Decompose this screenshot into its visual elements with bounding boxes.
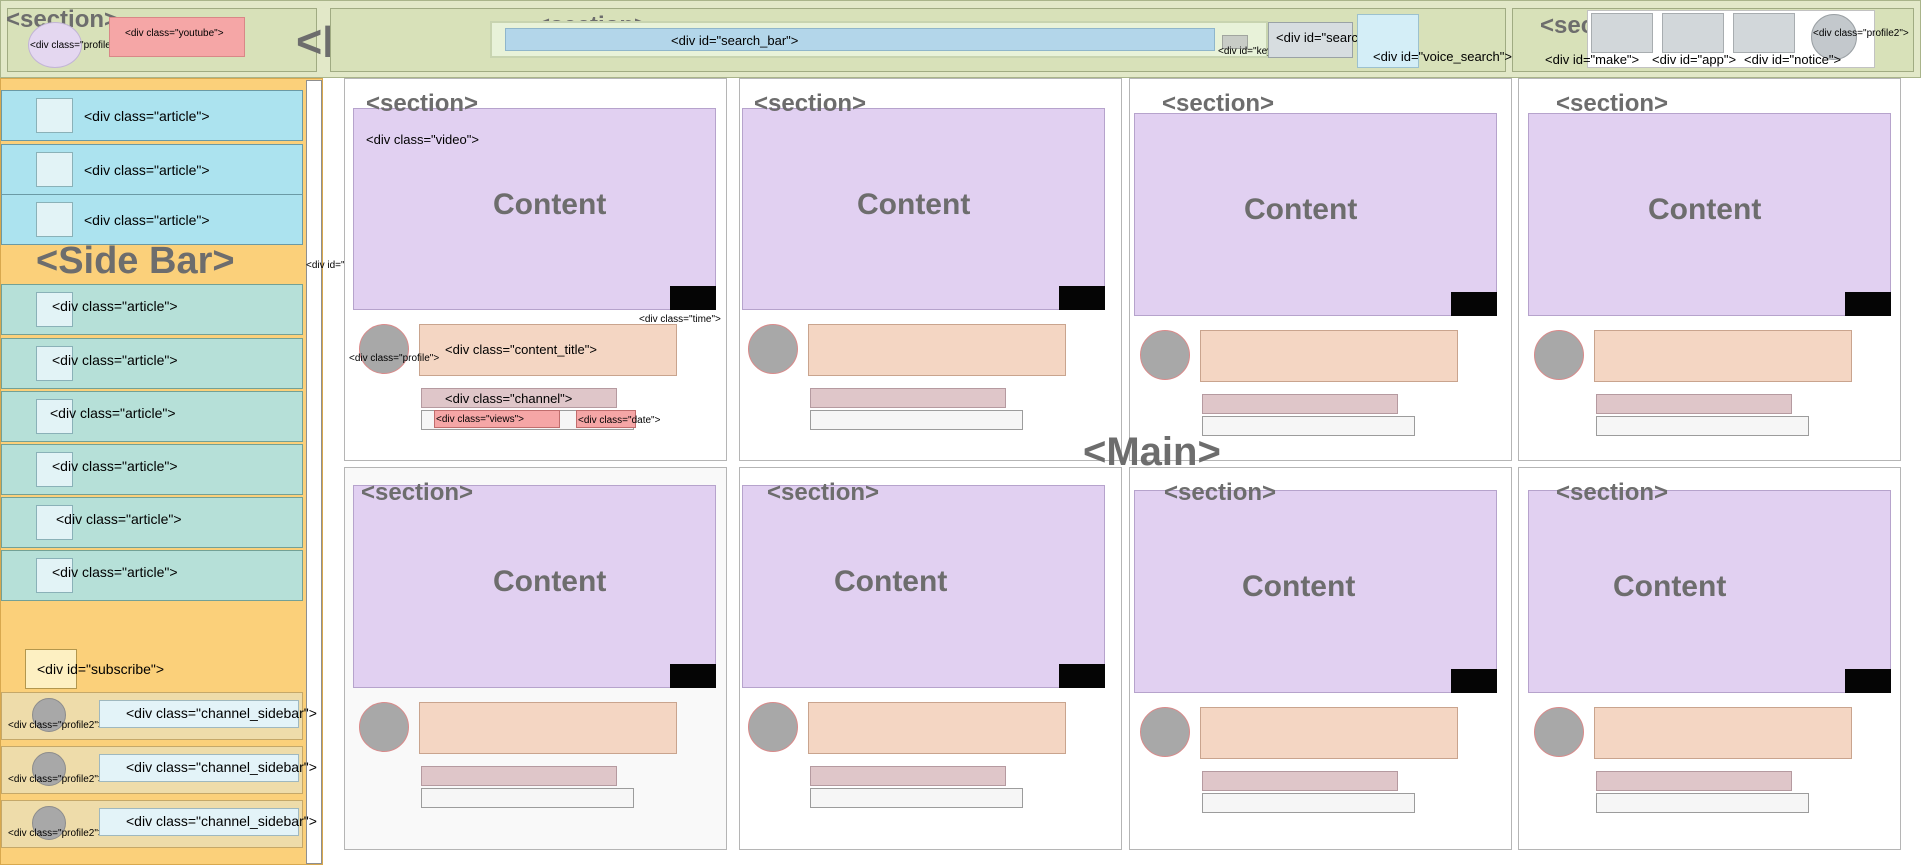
section-label: <section> [754, 90, 867, 117]
content-title[interactable] [808, 702, 1066, 754]
content-label: Content [834, 565, 948, 598]
views-label: <div class="views"> [436, 414, 524, 425]
channel-sidebar-label: <div class="channel_sidebar"> [126, 759, 317, 775]
time-badge [670, 286, 716, 310]
make-icon[interactable] [1591, 13, 1653, 53]
article-label: <div class="article"> [56, 511, 182, 527]
app-icon[interactable] [1662, 13, 1724, 53]
article-label: <div class="article"> [84, 212, 210, 228]
main-title: <Main> [1083, 430, 1221, 474]
channel-name[interactable] [1596, 394, 1792, 414]
notice-label: <div id="notice"> [1744, 52, 1842, 67]
meta-row [1596, 416, 1809, 436]
content-label: Content [1242, 570, 1356, 603]
meta-row [1202, 416, 1415, 436]
notice-icon[interactable] [1733, 13, 1795, 53]
time-label: <div class="time"> [639, 314, 721, 325]
section-label: <section> [1556, 90, 1669, 117]
time-badge [1059, 286, 1105, 310]
avatar[interactable] [1140, 330, 1190, 380]
time-badge [1451, 669, 1497, 693]
profile2-label: <div class="profile2"> [1813, 28, 1909, 39]
article-icon [36, 98, 73, 133]
meta-row [810, 788, 1023, 808]
avatar[interactable] [748, 324, 798, 374]
avatar[interactable] [1140, 707, 1190, 757]
article-label: <div class="article"> [52, 458, 178, 474]
time-badge [1845, 669, 1891, 693]
make-label: <div id="make"> [1545, 52, 1640, 67]
profile-label: <div class="profile"> [30, 40, 121, 51]
avatar[interactable] [1534, 330, 1584, 380]
channel-name[interactable] [1202, 771, 1398, 791]
channel-label: <div class="channel"> [445, 391, 573, 406]
avatar[interactable] [1534, 707, 1584, 757]
content-label: Content [1613, 570, 1727, 603]
profile-label: <div class="profile"> [349, 353, 440, 364]
channel-name[interactable] [810, 766, 1006, 786]
avatar[interactable] [748, 702, 798, 752]
scrollbar[interactable] [306, 80, 322, 864]
profile2-label: <div class="profile2"> [8, 774, 104, 785]
channel-sidebar-label: <div class="channel_sidebar"> [126, 705, 317, 721]
article-label: <div class="article"> [50, 405, 176, 421]
article-label: <div class="article"> [52, 352, 178, 368]
content-label: Content [1244, 193, 1358, 226]
content-label: Content [493, 565, 607, 598]
section-label: <section> [1164, 479, 1277, 506]
time-badge [1845, 292, 1891, 316]
content-title-label: <div class="content_title"> [445, 342, 597, 357]
channel-sidebar-label: <div class="channel_sidebar"> [126, 813, 317, 829]
section-label: <section> [361, 479, 474, 506]
content-title[interactable] [1594, 707, 1852, 759]
voice-search-label: <div id="voice_search"> [1373, 49, 1512, 64]
app-label: <div id="app"> [1652, 52, 1737, 67]
content-label: Content [1648, 193, 1762, 226]
sidebar-title: <Side Bar> [36, 240, 235, 282]
section-label: <section> [767, 479, 880, 506]
content-title[interactable] [1200, 330, 1458, 382]
search-input[interactable] [505, 28, 1215, 51]
article-icon [36, 152, 73, 187]
time-badge [1059, 664, 1105, 688]
video-label: <div class="video"> [366, 132, 479, 147]
article-label: <div class="article"> [52, 298, 178, 314]
content-title[interactable] [1594, 330, 1852, 382]
article-label: <div class="article"> [84, 108, 210, 124]
time-badge [1451, 292, 1497, 316]
content-title[interactable] [1200, 707, 1458, 759]
avatar[interactable] [359, 702, 409, 752]
section-label: <section> [1556, 479, 1669, 506]
article-label: <div class="article"> [52, 564, 178, 580]
content-title[interactable] [419, 702, 677, 754]
search-bar-label: <div id="search_bar"> [671, 33, 799, 48]
article-icon [36, 202, 73, 237]
content-title[interactable] [808, 324, 1066, 376]
meta-row [1202, 793, 1415, 813]
content-label: Content [857, 188, 971, 221]
channel-name[interactable] [810, 388, 1006, 408]
channel-name[interactable] [1596, 771, 1792, 791]
content-label: Content [493, 188, 607, 221]
meta-row [421, 788, 634, 808]
section-label: <section> [1162, 90, 1275, 117]
time-badge [670, 664, 716, 688]
profile2-label: <div class="profile2"> [8, 720, 104, 731]
profile2-label: <div class="profile2"> [8, 828, 104, 839]
article-label: <div class="article"> [84, 162, 210, 178]
date-label: <div class="date"> [578, 415, 661, 426]
meta-row [810, 410, 1023, 430]
channel-name[interactable] [421, 766, 617, 786]
channel-name[interactable] [1202, 394, 1398, 414]
avatar[interactable] [359, 324, 409, 374]
youtube-label: <div class="youtube"> [125, 28, 224, 39]
section-label: <section> [366, 90, 479, 117]
subscribe-label: <div id="subscribe"> [37, 661, 165, 677]
meta-row [1596, 793, 1809, 813]
